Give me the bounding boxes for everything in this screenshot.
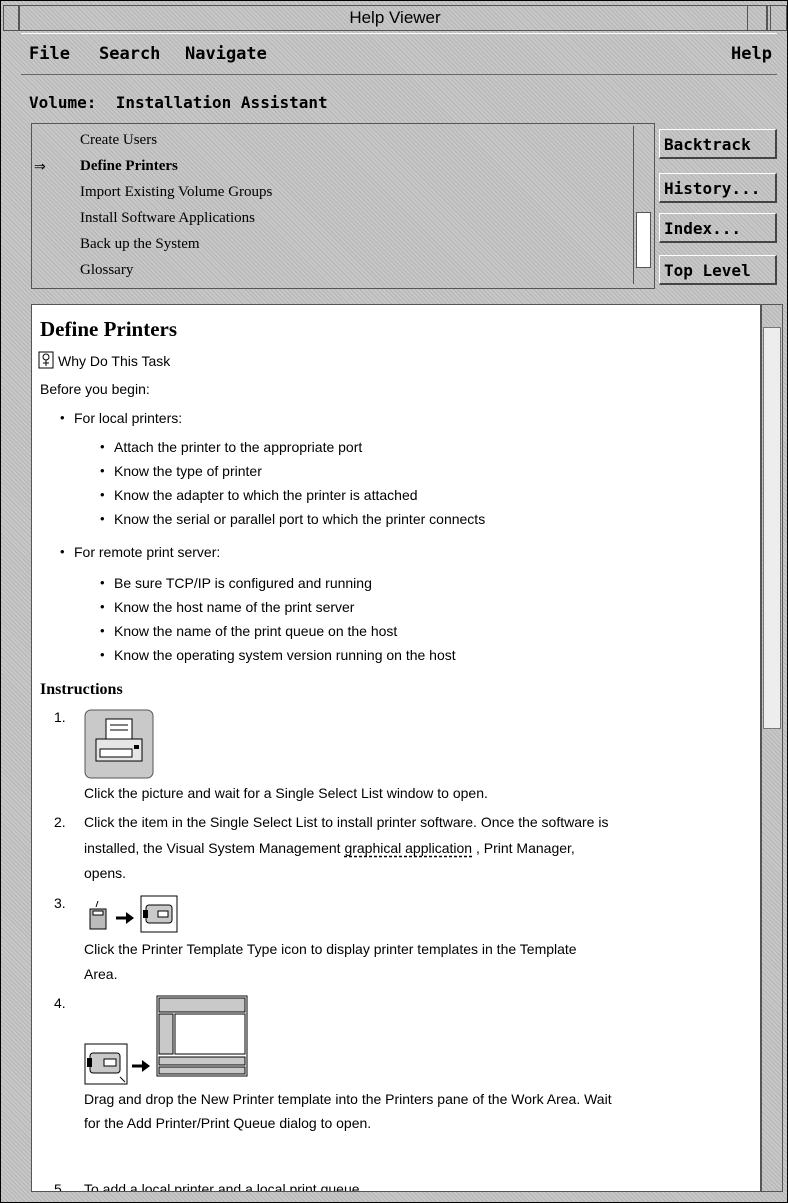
local-printers-heading: For local printers:	[74, 410, 183, 426]
list-item: Know the type of printer	[114, 463, 262, 479]
topic-item[interactable]: Install Software Applications	[80, 210, 255, 227]
bullet: •	[60, 410, 65, 425]
window-title: Help Viewer	[19, 5, 771, 31]
maximize-button[interactable]	[767, 5, 787, 31]
printer-icon[interactable]	[84, 709, 154, 784]
list-item: Know the serial or parallel port to whic…	[114, 511, 486, 527]
step-2-line-3: opens.	[84, 865, 127, 881]
bullet: •	[100, 487, 105, 502]
step-2-line-1: Click the item in the Single Select List…	[84, 814, 609, 830]
minimize-button[interactable]	[747, 5, 767, 31]
step-number: 1.	[54, 709, 66, 725]
content-scroll-thumb[interactable]	[763, 327, 781, 729]
step-number: 5.	[54, 1181, 66, 1192]
topic-list[interactable]: ⇒ Create Users Define Printers Import Ex…	[31, 123, 655, 289]
bullet: •	[100, 463, 105, 478]
bullet: •	[60, 544, 65, 559]
instructions-heading: Instructions	[40, 681, 123, 698]
list-item: Know the name of the print queue on the …	[114, 623, 398, 639]
menu-file[interactable]: File	[29, 44, 70, 64]
bullet: •	[100, 575, 105, 590]
graphical-application-link[interactable]: graphical application	[344, 840, 472, 856]
bullet: •	[100, 439, 105, 454]
list-item: Be sure TCP/IP is configured and running	[114, 575, 372, 591]
work-area-printers-pane-icon	[156, 995, 248, 1082]
topic-item[interactable]: Glossary	[80, 262, 133, 279]
template-type-icon[interactable]	[88, 900, 108, 936]
step-3-line-2: Area.	[84, 966, 118, 982]
step-2-line-2: installed, the Visual System Management …	[84, 840, 575, 856]
index-button[interactable]: Index...	[659, 213, 777, 243]
list-item: Know the host name of the print server	[114, 599, 355, 615]
arrow-right-icon	[132, 1059, 150, 1077]
step-number: 3.	[54, 895, 66, 911]
help-content-pane: Define Printers Why Do This Task Before …	[31, 304, 761, 1192]
top-level-button[interactable]: Top Level	[659, 255, 777, 285]
step-3-line-1: Click the Printer Template Type icon to …	[84, 941, 577, 957]
step-4-line-2: for the Add Printer/Print Queue dialog t…	[84, 1115, 372, 1131]
window-menu-button[interactable]	[3, 5, 19, 31]
bullet: •	[100, 647, 105, 662]
before-you-begin: Before you begin:	[40, 381, 150, 397]
page-title: Define Printers	[40, 317, 178, 341]
step-5-text: To add a local printer and a local print…	[84, 1181, 360, 1192]
step-1-text: Click the picture and wait for a Single …	[84, 785, 488, 801]
remote-server-heading: For remote print server:	[74, 544, 221, 560]
arrow-right-icon	[116, 911, 134, 929]
step-number: 4.	[54, 995, 66, 1011]
why-task-icon[interactable]	[38, 351, 54, 374]
list-item: Know the operating system version runnin…	[114, 647, 456, 663]
new-printer-template-icon[interactable]	[84, 1043, 128, 1090]
bullet: •	[100, 511, 105, 526]
backtrack-button[interactable]: Backtrack	[659, 129, 777, 159]
step-number: 2.	[54, 814, 66, 830]
selected-topic-arrow-icon: ⇒	[34, 158, 46, 174]
list-item: Know the adapter to which the printer is…	[114, 487, 418, 503]
topic-item-selected[interactable]: Define Printers	[80, 158, 178, 175]
topic-item[interactable]: Create Users	[80, 132, 157, 149]
topic-item[interactable]: Import Existing Volume Groups	[80, 184, 272, 201]
step-4-line-1: Drag and drop the New Printer template i…	[84, 1091, 612, 1107]
step-2-text: installed, the Visual System Management	[84, 840, 345, 856]
why-task-link[interactable]: Why Do This Task	[58, 353, 170, 369]
volume-label: Volume: Installation Assistant	[29, 93, 328, 112]
topic-list-scroll-thumb[interactable]	[636, 212, 651, 268]
topic-list-scrollbar[interactable]	[633, 126, 652, 284]
menu-navigate[interactable]: Navigate	[185, 44, 267, 64]
list-item: Attach the printer to the appropriate po…	[114, 439, 363, 455]
bullet: •	[100, 599, 105, 614]
step-2-text-end: , Print Manager,	[472, 840, 575, 856]
menu-help[interactable]: Help	[731, 44, 772, 64]
menu-search[interactable]: Search	[99, 44, 160, 64]
printer-template-icon[interactable]	[140, 895, 178, 938]
menu-bar: File Search Navigate Help	[21, 33, 777, 75]
topic-item[interactable]: Back up the System	[80, 236, 200, 253]
content-scrollbar[interactable]	[761, 304, 783, 1192]
help-viewer-window: Help Viewer File Search Navigate Help Vo…	[0, 0, 788, 1203]
bullet: •	[100, 623, 105, 638]
history-button[interactable]: History...	[659, 173, 777, 203]
